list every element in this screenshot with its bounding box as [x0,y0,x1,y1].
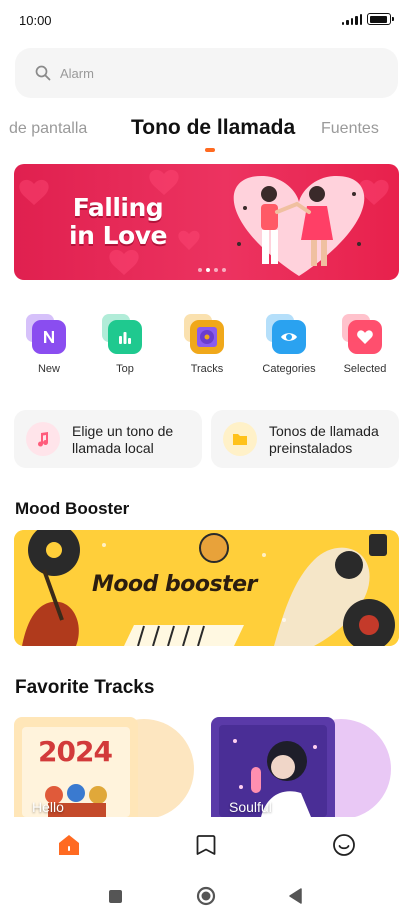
tab-active-indicator [205,148,215,152]
quick-new-label: New [37,363,60,375]
battery-icon [367,13,394,25]
triangle-back-icon [289,888,302,904]
banner-title-line2: in Love [69,221,167,250]
search-icon [35,65,51,81]
mood-banner-text: Mood booster [92,572,257,597]
quick-categories[interactable]: Categories [249,314,329,375]
bottom-nav [0,818,413,868]
quick-actions: New Top Tracks Categories Selected [0,314,413,380]
banner-title: Falling in Love [58,194,178,250]
back-button[interactable] [288,888,303,909]
search-placeholder: Alarm [60,65,94,81]
featured-banner[interactable]: Falling in Love [14,164,399,280]
quick-tracks[interactable]: Tracks [167,314,247,375]
banner-pagination [198,268,226,272]
local-ringtone-label: Elige un tono de llamada local [72,423,174,456]
heart-icon [342,314,382,354]
track-card-soulful[interactable]: Soulful [211,717,391,817]
tab-ringtone[interactable]: Tono de llamada [131,116,295,140]
quick-top-label: Top [116,363,134,375]
cover-year: 2024 [38,735,113,768]
mood-booster-banner[interactable]: Mood booster [14,530,399,646]
tab-wallpaper[interactable]: de pantalla [9,120,87,138]
quick-categories-label: Categories [262,363,316,375]
nav-profile[interactable] [331,832,357,858]
track-label-hello: Hello [32,799,64,815]
status-icons [341,13,394,25]
pagination-dot[interactable] [214,268,218,272]
favorites-section-title: Favorite Tracks [15,677,155,698]
tab-fonts[interactable]: Fuentes [321,120,379,138]
home-button[interactable] [196,886,216,911]
quick-tracks-label: Tracks [190,363,224,375]
bar-chart-icon [102,314,142,354]
preinstalled-ringtones-label: Tonos de llamada preinstalados [269,423,379,456]
quick-selected[interactable]: Selected [325,314,405,375]
status-time: 10:00 [19,13,52,28]
music-note-icon [26,422,60,456]
folder-icon [223,422,257,456]
bookmark-icon [196,835,216,855]
signal-icon [341,13,362,25]
n-letter-icon [26,314,66,354]
square-icon [109,890,122,903]
quick-top[interactable]: Top [85,314,165,375]
smiley-icon [333,834,355,856]
quick-new[interactable]: New [9,314,89,375]
pagination-dot[interactable] [206,268,210,272]
track-card-hello[interactable]: 2024 Hello [14,717,194,817]
search-bar[interactable]: Alarm [15,48,398,98]
pagination-dot[interactable] [198,268,202,272]
preinstalled-ringtones-card[interactable]: Tonos de llamada preinstalados [211,410,399,468]
vinyl-record-icon [184,314,224,354]
couple-illustration [233,175,365,276]
home-icon [59,835,79,855]
local-ringtone-card[interactable]: Elige un tono de llamada local [14,410,202,468]
recent-apps-button[interactable] [108,889,123,909]
system-nav-bar [0,876,413,916]
eye-icon [266,314,306,354]
pagination-dot[interactable] [222,268,226,272]
mood-section-title: Mood Booster [15,499,130,518]
track-label-soulful: Soulful [229,799,272,815]
quick-selected-label: Selected [343,363,387,375]
circle-icon [196,886,216,906]
nav-bookmark[interactable] [193,832,219,858]
nav-home[interactable] [56,832,82,858]
category-tabs: de pantalla Tono de llamada Fuentes [0,110,413,155]
status-bar: 10:00 [0,0,413,40]
banner-title-line1: Falling [72,193,164,222]
